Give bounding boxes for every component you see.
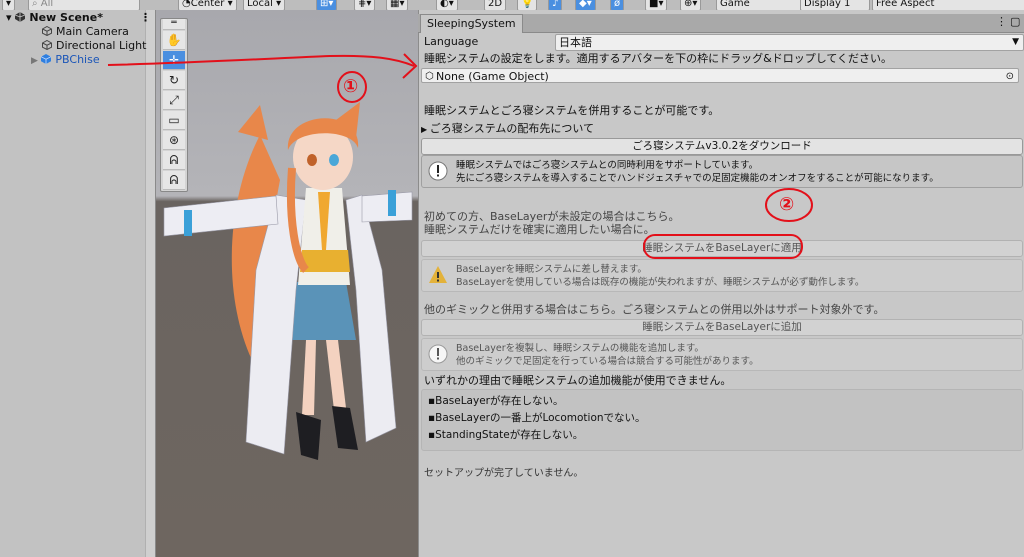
setup-status: セットアップが完了していません。 bbox=[424, 468, 584, 479]
info-1-line-1: 睡眠システムではごろ寝システムとの同時利用をサポートしています。 bbox=[456, 160, 759, 171]
language-label: Language bbox=[424, 35, 479, 48]
avatar-model-image bbox=[163, 102, 413, 460]
palette-grip[interactable]: ═ bbox=[163, 19, 185, 30]
annotation-mark-1: ① bbox=[343, 76, 359, 97]
info-icon bbox=[428, 344, 448, 364]
add-baselayer-button[interactable]: 睡眠システムをBaseLayerに追加 bbox=[421, 319, 1023, 336]
hierarchy-item-directional-light[interactable]: Directional Light bbox=[42, 39, 146, 53]
search-icon: ⌕ bbox=[32, 0, 41, 9]
warning-helpbox: BaseLayerを睡眠システムに差し替えます。 BaseLayerを使用してい… bbox=[421, 259, 1023, 292]
warning-line-1: BaseLayerを睡眠システムに差し替えます。 bbox=[456, 264, 647, 275]
apply-baselayer-button[interactable]: 睡眠システムをBaseLayerに適用 bbox=[421, 240, 1023, 257]
info-2-line-2: 他のギミックで足固定を行っている場合は競合する可能性があります。 bbox=[456, 356, 759, 367]
audio-icon[interactable]: ♪ bbox=[548, 0, 563, 10]
effects-icon[interactable]: ◆▾ bbox=[575, 0, 596, 10]
reason-item: ▪BaseLayerが存在しない。 bbox=[428, 395, 564, 407]
top-toolbar: ▾ ⌕ All ◔Center ▾ Local ▾ ⊞▾ ⋕▾ ▦▾ ◐▾ 2D… bbox=[0, 0, 1024, 10]
display-dropdown[interactable]: Display 1 bbox=[800, 0, 870, 10]
scene-tool-palette: ═ ✋ ✛ ↻ ⤢ ▭ ⊛ ᕱ ᕱ bbox=[160, 18, 188, 192]
info-helpbox-1: 睡眠システムではごろ寝システムとの同時利用をサポートしています。 先にごろ寝シス… bbox=[421, 155, 1023, 188]
collapse-icon[interactable]: ▾ bbox=[2, 0, 16, 10]
object-picker-icon[interactable]: ⊙ bbox=[1006, 69, 1014, 84]
info-icon bbox=[428, 161, 448, 181]
warning-icon bbox=[428, 265, 448, 285]
only-apply-note: 睡眠システムだけを確実に適用したい場合に。 bbox=[424, 223, 655, 236]
move-tool-icon[interactable]: ✛ bbox=[163, 51, 185, 70]
aspect-dropdown[interactable]: Free Aspect bbox=[872, 0, 1024, 10]
setup-description: 睡眠システムの設定をします。適用するアバターを下の枠にドラッグ&ドロップしてくだ… bbox=[424, 52, 893, 65]
tab-sleeping-system[interactable]: SleepingSystem bbox=[420, 14, 523, 33]
unity-scene-icon bbox=[15, 12, 26, 22]
language-dropdown[interactable]: 日本語 ▼ bbox=[555, 34, 1024, 51]
info-helpbox-2: BaseLayerを複製し、睡眠システムの機能を追加します。 他のギミックで足固… bbox=[421, 338, 1023, 371]
maximize-icon[interactable]: ▢ bbox=[1010, 15, 1020, 28]
space-dropdown[interactable]: Local ▾ bbox=[243, 0, 286, 10]
reason-item: ▪StandingStateが存在しない。 bbox=[428, 429, 584, 441]
mode-2d-button[interactable]: 2D bbox=[484, 0, 507, 10]
hierarchy-item-pbchise[interactable]: ▶ PBChise bbox=[31, 53, 100, 67]
info-1-line-2: 先にごろ寝システムを導入することでハンドジェスチャでの足固定機能のオンオフをする… bbox=[456, 173, 939, 184]
hierarchy-scrollbar[interactable] bbox=[145, 10, 155, 557]
transform-tool-icon[interactable]: ⊛ bbox=[163, 131, 185, 150]
scene-view[interactable] bbox=[155, 10, 418, 557]
combine-note: 睡眠システムとごろ寝システムを併用することが可能です。 bbox=[424, 104, 720, 117]
expand-arrow-icon[interactable]: ▾ bbox=[6, 11, 12, 24]
scene-row[interactable]: ▾ New Scene* bbox=[6, 11, 103, 25]
visibility-icon[interactable]: ø bbox=[610, 0, 625, 10]
expand-arrow-icon[interactable]: ▶ bbox=[31, 56, 38, 66]
chevron-down-icon: ▼ bbox=[1012, 37, 1019, 47]
gameobject-icon bbox=[42, 26, 52, 36]
gizmos-icon[interactable]: ⊕▾ bbox=[680, 0, 702, 10]
pivot-dropdown[interactable]: ◔Center ▾ bbox=[178, 0, 237, 10]
foldout-arrow-icon: ▶ bbox=[421, 125, 430, 134]
shading-toggle[interactable]: ◐▾ bbox=[436, 0, 458, 10]
custom-tool-2-icon[interactable]: ᕱ bbox=[163, 171, 185, 190]
camera-icon[interactable]: ■▾ bbox=[645, 0, 668, 10]
pivot-icon: ◔ bbox=[182, 0, 191, 9]
light-icon[interactable]: 💡 bbox=[517, 0, 538, 10]
hierarchy-search-input[interactable]: ⌕ All bbox=[28, 0, 140, 10]
first-time-note: 初めての方、BaseLayerが未設定の場合はこちら。 bbox=[424, 210, 680, 223]
hierarchy-panel bbox=[0, 10, 154, 557]
download-goronne-button[interactable]: ごろ寝システムv3.0.2をダウンロード bbox=[421, 138, 1023, 155]
warning-line-2: BaseLayerを使用している場合は既存の機能が失われますが、睡眠システムが必… bbox=[456, 277, 865, 288]
custom-tool-icon[interactable]: ᕱ bbox=[163, 151, 185, 170]
gameobject-icon: ⬡ bbox=[425, 71, 434, 82]
grid-toggle[interactable]: ⋕▾ bbox=[354, 0, 376, 10]
hierarchy-item-main-camera[interactable]: Main Camera bbox=[42, 25, 129, 39]
reasons-list: ▪BaseLayerが存在しない。 ▪BaseLayerの一番上がLocomot… bbox=[421, 389, 1023, 451]
distribution-foldout[interactable]: ▶ ごろ寝システムの配布先について bbox=[421, 122, 594, 137]
snap-toggle[interactable]: ⊞▾ bbox=[316, 0, 338, 10]
window-menu-icon[interactable]: ⋮ bbox=[996, 15, 1007, 28]
game-view-dropdown[interactable]: Game bbox=[716, 0, 804, 10]
rotate-tool-icon[interactable]: ↻ bbox=[163, 71, 185, 90]
prefab-icon bbox=[41, 54, 52, 64]
cannot-use-note: いずれかの理由で睡眠システムの追加機能が使用できません。 bbox=[424, 374, 732, 387]
layout-toggle[interactable]: ▦▾ bbox=[386, 0, 409, 10]
hand-tool-icon[interactable]: ✋ bbox=[163, 31, 185, 50]
avatar-object-field[interactable]: ⬡ None (Game Object) ⊙ bbox=[421, 68, 1019, 83]
annotation-mark-2: ② bbox=[779, 194, 795, 215]
info-2-line-1: BaseLayerを複製し、睡眠システムの機能を追加します。 bbox=[456, 343, 704, 354]
scale-tool-icon[interactable]: ⤢ bbox=[163, 91, 185, 110]
other-gimmick-note: 他のギミックと併用する場合はこちら。ごろ寝システムとの併用以外はサポート対象外で… bbox=[424, 303, 885, 316]
reason-item: ▪BaseLayerの一番上がLocomotionでない。 bbox=[428, 412, 646, 424]
gameobject-icon bbox=[42, 40, 52, 50]
scene-menu-icon[interactable]: ⋮ bbox=[140, 11, 151, 24]
rect-tool-icon[interactable]: ▭ bbox=[163, 111, 185, 130]
